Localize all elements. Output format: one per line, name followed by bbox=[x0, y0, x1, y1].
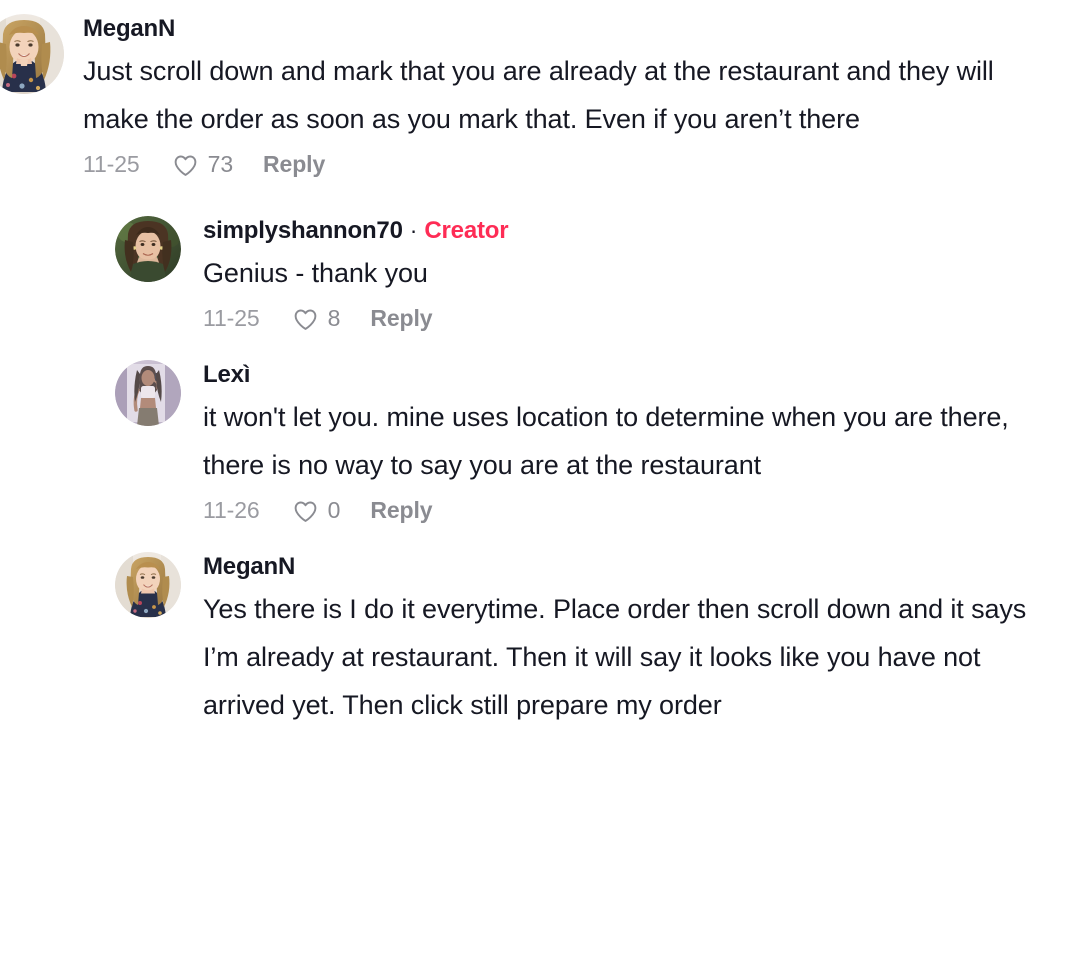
comment-body: MeganN Just scroll down and mark that yo… bbox=[83, 14, 1068, 178]
like-count: 73 bbox=[207, 151, 234, 177]
comment-item-root: MeganN Just scroll down and mark that yo… bbox=[0, 0, 1068, 178]
comment-text: it won't let you. mine uses location to … bbox=[203, 402, 1009, 480]
comment-thread: MeganN Just scroll down and mark that yo… bbox=[0, 0, 1068, 958]
comment-author-row: Lexì bbox=[203, 360, 1068, 390]
like-count: 0 bbox=[327, 497, 341, 523]
comment-body: MeganN Yes there is I do it everytime. P… bbox=[203, 552, 1068, 729]
avatar-simplyshannon70[interactable] bbox=[115, 216, 181, 282]
comment-username[interactable]: MeganN bbox=[83, 14, 175, 44]
like-button[interactable]: 0 bbox=[292, 497, 341, 525]
comment-text: Just scroll down and mark that you are a… bbox=[83, 56, 994, 134]
avatar-megann[interactable] bbox=[115, 552, 181, 618]
comment-date: 11-26 bbox=[203, 497, 260, 523]
comment-date: 11-25 bbox=[83, 151, 140, 177]
comment-username[interactable]: MeganN bbox=[203, 552, 295, 582]
comment-body: Lexì it won't let you. mine uses locatio… bbox=[203, 360, 1068, 524]
comment-meta-row: 11-26 0 Reply bbox=[203, 497, 1068, 524]
like-button[interactable]: 8 bbox=[292, 305, 341, 333]
comment-item-reply: MeganN Yes there is I do it everytime. P… bbox=[0, 552, 1068, 729]
reply-button[interactable]: Reply bbox=[370, 305, 432, 332]
like-count: 8 bbox=[327, 305, 341, 331]
comment-username[interactable]: Lexì bbox=[203, 360, 250, 390]
comment-username[interactable]: simplyshannon70 bbox=[203, 216, 403, 246]
comment-author-row: MeganN bbox=[203, 552, 1068, 582]
comment-author-row: simplyshannon70 · Creator bbox=[203, 216, 1068, 246]
comment-meta-row: 11-25 8 Reply bbox=[203, 305, 1068, 332]
comment-date: 11-25 bbox=[203, 305, 260, 331]
like-button[interactable]: 73 bbox=[172, 151, 233, 178]
comment-author-row: MeganN bbox=[83, 14, 1068, 44]
creator-badge: Creator bbox=[424, 217, 509, 244]
avatar-lexi[interactable] bbox=[115, 360, 181, 426]
comment-meta-row: 11-25 73 Reply bbox=[83, 151, 1068, 178]
avatar-megann[interactable] bbox=[0, 14, 64, 94]
reply-button[interactable]: Reply bbox=[370, 497, 432, 524]
heart-icon bbox=[172, 152, 199, 179]
comment-text: Genius - thank you bbox=[203, 258, 428, 288]
heart-icon bbox=[292, 306, 319, 333]
comment-body: simplyshannon70 · Creator Genius - thank… bbox=[203, 216, 1068, 332]
comment-item-reply: Lexì it won't let you. mine uses locatio… bbox=[0, 360, 1068, 524]
reply-button[interactable]: Reply bbox=[263, 151, 325, 178]
comment-text: Yes there is I do it everytime. Place or… bbox=[203, 594, 1027, 720]
comment-item-reply: simplyshannon70 · Creator Genius - thank… bbox=[0, 216, 1068, 332]
separator-dot: · bbox=[409, 217, 418, 243]
heart-icon bbox=[292, 498, 319, 525]
